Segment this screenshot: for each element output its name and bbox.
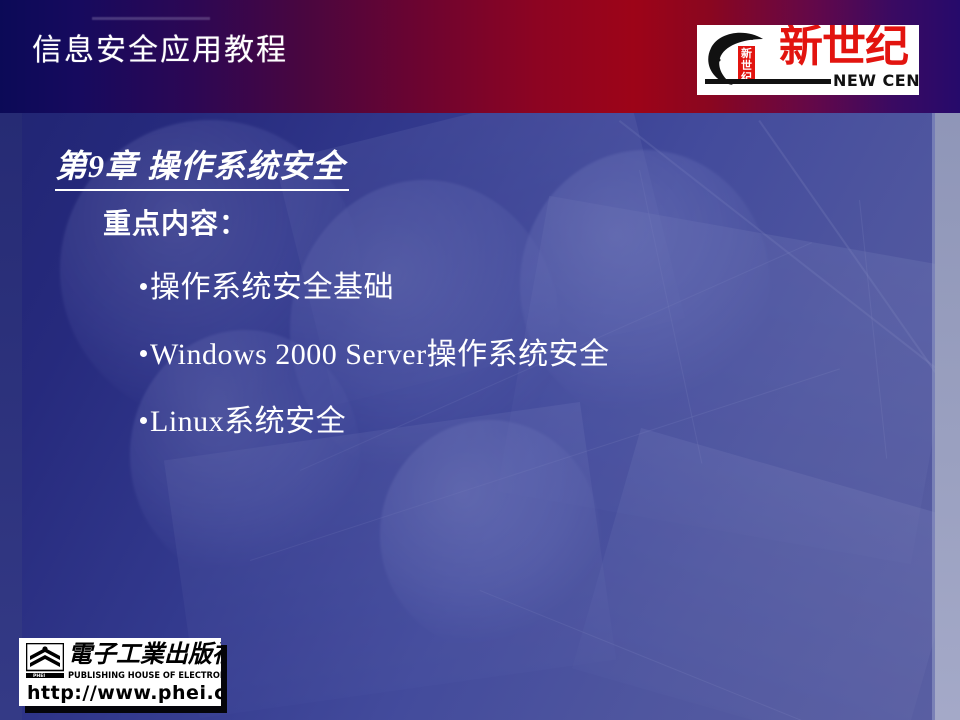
phei-name-en: PUBLISHING HOUSE OF ELECTRONICS INDUSTRY [68,671,221,681]
right-accent-strip [935,113,960,720]
list-item-label: 操作系统安全基础 [150,271,394,304]
left-accent-strip [0,113,22,720]
svg-text:新: 新 [741,46,752,60]
phei-name-cn: 電子工業出版社· [68,642,221,668]
focus-content-heading: 重点内容： [103,207,249,240]
svg-text:PHEI: PHEI [33,673,45,679]
bullet-list: 操作系统安全基础 Windows 2000 Server操作系统安全 Linux… [140,270,900,471]
new-century-wordmark-en: NEW CENTURY [833,71,919,90]
header-title: 信息安全应用教程 [32,34,288,67]
phei-website-url[interactable]: http://www.phei.com.cn [27,682,221,705]
list-item: Linux系统安全 [140,404,900,440]
list-item: 操作系统安全基础 [140,270,900,306]
svg-text:世: 世 [741,58,752,72]
header-bar: 信息安全应用教程 新 世 纪 新世纪 NEW CEN [0,0,960,113]
bullet-dot-icon [140,350,147,358]
slide-root: 信息安全应用教程 新 世 纪 新世纪 NEW CEN 第9章 操作系统安全 重点… [0,0,960,720]
new-century-wordmark-cn: 新世纪 [779,25,909,72]
header-hairline-decoration [92,17,210,20]
list-item-label: Windows 2000 Server操作系统安全 [150,338,610,371]
phei-book-mark-icon: PHEI [26,643,64,679]
new-century-rule [705,79,831,84]
new-century-logo: 新 世 纪 新世纪 NEW CENTURY [697,25,919,95]
list-item: Windows 2000 Server操作系统安全 [140,337,900,373]
chapter-title: 第9章 操作系统安全 [55,145,350,191]
bullet-dot-icon [140,417,147,425]
phei-publisher-logo: PHEI 電子工業出版社· PUBLISHING HOUSE OF ELECTR… [19,638,221,706]
list-item-label: Linux系统安全 [150,405,347,438]
bullet-dot-icon [140,283,147,291]
